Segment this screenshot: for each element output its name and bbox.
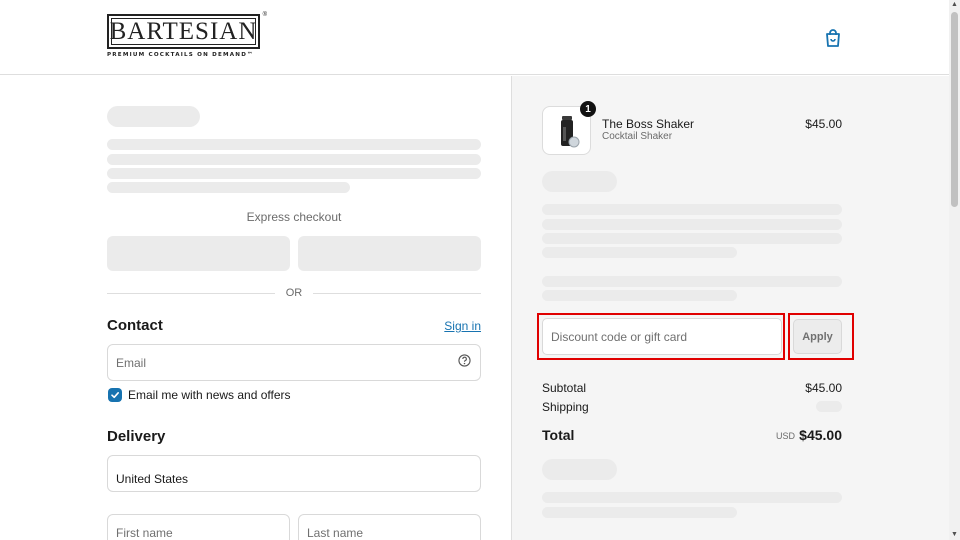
quantity-badge: 1 <box>580 101 596 117</box>
total-label: Total <box>542 427 575 443</box>
loading-skeleton <box>107 106 200 127</box>
loading-skeleton <box>542 171 617 192</box>
logo-wordmark: BARTESIAN <box>109 17 258 45</box>
loading-skeleton <box>107 139 481 150</box>
discount-placeholder: Discount code or gift card <box>551 330 688 344</box>
contact-heading: Contact <box>107 317 163 334</box>
shipping-label: Shipping <box>542 400 589 414</box>
loading-skeleton <box>107 168 481 179</box>
loading-skeleton <box>107 182 350 193</box>
loading-skeleton <box>542 247 737 258</box>
total-value: $45.00 <box>799 427 842 443</box>
subtotal-label: Subtotal <box>542 381 587 395</box>
scroll-down-arrow-icon[interactable]: ▼ <box>949 530 960 540</box>
scrollbar-thumb[interactable] <box>951 12 958 207</box>
logo-registered-mark: ® <box>262 12 267 18</box>
delivery-heading: Delivery <box>107 428 166 445</box>
loading-skeleton <box>542 507 737 518</box>
product-name: The Boss Shaker <box>602 117 695 131</box>
last-name-placeholder: Last name <box>307 526 364 540</box>
first-name-placeholder: First name <box>116 526 173 540</box>
product-price: $45.00 <box>805 117 842 131</box>
loading-skeleton <box>542 290 737 301</box>
product-thumbnail: 1 <box>542 101 596 155</box>
logo-tagline: PREMIUM COCKTAILS ON DEMAND™ <box>107 52 254 58</box>
marketing-opt-in-label: Email me with news and offers <box>128 388 291 402</box>
subtotal-value: $45.00 <box>805 381 842 395</box>
express-pay-button-placeholder[interactable] <box>298 236 481 271</box>
loading-skeleton <box>542 459 617 480</box>
country-value: United States <box>116 472 189 486</box>
loading-skeleton <box>542 204 842 215</box>
express-checkout-label: Express checkout <box>246 210 342 224</box>
loading-skeleton <box>542 276 842 287</box>
or-divider-text: OR <box>285 287 303 299</box>
shipping-value-skeleton <box>816 401 842 412</box>
apply-discount-button[interactable]: Apply <box>793 319 842 354</box>
or-divider: OR <box>107 287 481 301</box>
express-pay-button-placeholder[interactable] <box>107 236 290 271</box>
loading-skeleton <box>542 492 842 503</box>
logo-wordmark-box: BARTESIAN ® <box>107 12 267 49</box>
sign-in-link[interactable]: Sign in <box>420 319 481 333</box>
page-scrollbar[interactable]: ▲ ▼ <box>949 0 960 540</box>
brand-logo[interactable]: BARTESIAN ® PREMIUM COCKTAILS ON DEMAND™ <box>107 12 267 58</box>
first-name-field[interactable]: First name <box>107 514 290 540</box>
total-currency: USD <box>775 431 795 441</box>
product-variant: Cocktail Shaker <box>602 131 673 142</box>
discount-code-input[interactable]: Discount code or gift card <box>542 318 782 355</box>
loading-skeleton <box>542 219 842 230</box>
shopping-bag-icon[interactable] <box>824 28 842 48</box>
email-field[interactable]: Email <box>107 344 481 381</box>
scroll-up-arrow-icon[interactable]: ▲ <box>949 0 960 10</box>
loading-skeleton <box>542 233 842 244</box>
email-placeholder: Email <box>116 356 147 370</box>
question-circle-icon[interactable] <box>458 354 471 367</box>
header: BARTESIAN ® PREMIUM COCKTAILS ON DEMAND™ <box>0 0 949 75</box>
checkmark-icon <box>111 392 119 399</box>
marketing-opt-in-checkbox[interactable] <box>108 388 122 402</box>
country-select[interactable]: United States <box>107 455 481 492</box>
loading-skeleton <box>107 154 481 165</box>
last-name-field[interactable]: Last name <box>298 514 481 540</box>
